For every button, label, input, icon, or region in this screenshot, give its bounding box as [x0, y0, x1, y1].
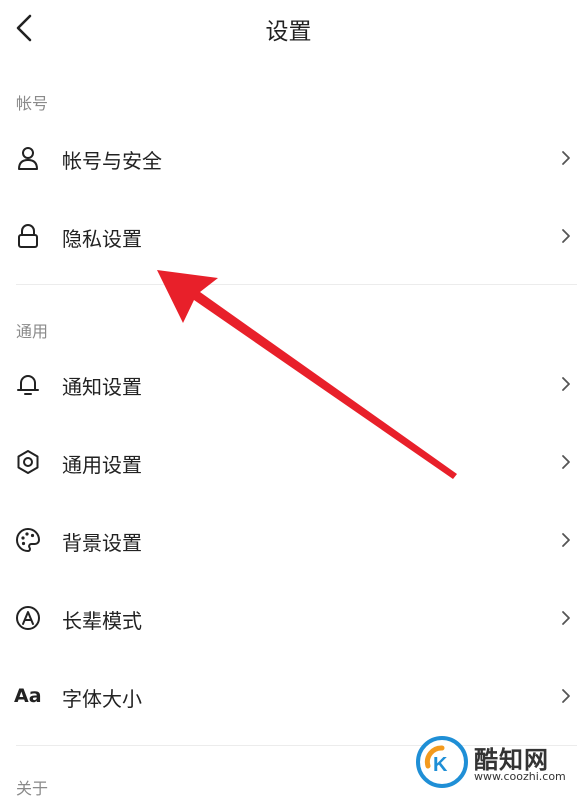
row-font-size[interactable]: Aa 字体大小: [0, 663, 577, 729]
page-title: 设置: [265, 19, 312, 45]
lock-icon: [18, 224, 38, 248]
row-elder-mode[interactable]: 长辈模式: [0, 585, 577, 651]
section-label-account: 帐号: [16, 94, 49, 113]
chevron-right-icon: [562, 533, 570, 547]
watermark-url: www.coozhi.com: [474, 770, 566, 783]
row-label-background: 背景设置: [62, 531, 142, 555]
user-icon: [18, 147, 38, 170]
row-label-notification: 通知设置: [62, 375, 142, 399]
coozhi-logo-icon: K: [416, 736, 468, 788]
svg-text:K: K: [433, 754, 448, 776]
row-background-settings[interactable]: 背景设置: [0, 507, 577, 573]
chevron-right-icon: [562, 151, 570, 165]
chevron-right-icon: [562, 455, 570, 469]
watermark: K 酷知网 www.coozhi.com: [412, 736, 572, 792]
chevron-right-icon: [562, 229, 570, 243]
gear-icon: [17, 450, 39, 474]
palette-icon: [16, 528, 40, 552]
row-general-settings[interactable]: 通用设置: [0, 429, 577, 495]
row-label-account-security: 帐号与安全: [62, 149, 162, 173]
row-label-elder-mode: 长辈模式: [62, 609, 142, 633]
row-label-privacy: 隐私设置: [62, 227, 142, 251]
font-size-icon: Aa: [14, 685, 42, 707]
row-label-font-size: 字体大小: [62, 687, 142, 711]
chevron-right-icon: [562, 689, 570, 703]
chevron-right-icon: [562, 611, 570, 625]
divider: [16, 284, 577, 285]
row-account-security[interactable]: 帐号与安全: [0, 125, 577, 191]
section-label-about: 关于: [16, 779, 49, 798]
bell-icon: [17, 375, 39, 395]
row-label-general-settings: 通用设置: [62, 453, 142, 477]
header: 设置: [0, 0, 577, 56]
chevron-right-icon: [562, 377, 570, 391]
row-notification-settings[interactable]: 通知设置: [0, 351, 577, 417]
row-privacy-settings[interactable]: 隐私设置: [0, 203, 577, 269]
section-label-general: 通用: [16, 322, 49, 341]
elder-mode-icon: [16, 606, 40, 630]
